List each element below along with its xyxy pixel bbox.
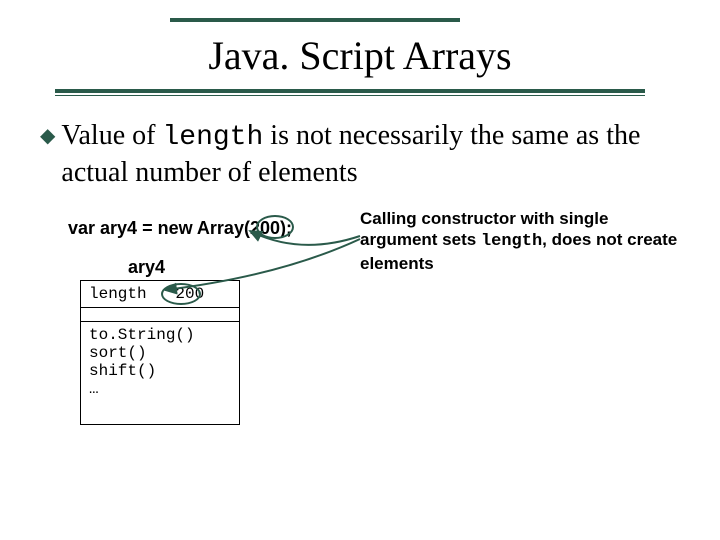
title-rule-thick: [55, 89, 645, 93]
object-prop-value: 200: [175, 285, 204, 303]
slide-body: ◆ Value of length is not necessarily the…: [0, 96, 720, 425]
object-method: sort(): [89, 344, 231, 362]
object-empty-row: [81, 308, 239, 322]
object-property-row: length 200: [81, 281, 239, 308]
bullet-point: ◆ Value of length is not necessarily the…: [40, 118, 680, 190]
object-prop-name: length: [89, 285, 147, 303]
code-after: );: [280, 218, 292, 238]
bullet-text: Value of length is not necessarily the s…: [61, 118, 680, 190]
diamond-bullet-icon: ◆: [40, 124, 55, 149]
object-box: length 200 to.String() sort() shift() …: [80, 280, 240, 425]
object-method: to.String(): [89, 326, 231, 344]
title-area: Java. Script Arrays: [0, 0, 720, 96]
slide-title: Java. Script Arrays: [0, 32, 720, 79]
object-methods-row: to.String() sort() shift() …: [81, 322, 239, 424]
bullet-code: length: [162, 122, 263, 153]
code-before: var ary4 = new Array(: [68, 218, 250, 238]
title-rule-top: [170, 18, 460, 22]
note-code: length: [481, 232, 542, 251]
title-rule-group: [55, 89, 720, 96]
bullet-prefix: Value of: [61, 120, 162, 151]
object-method: …: [89, 380, 231, 398]
object-label: ary4: [128, 257, 680, 278]
code-arg: 200: [250, 218, 280, 238]
object-method: shift(): [89, 362, 231, 380]
